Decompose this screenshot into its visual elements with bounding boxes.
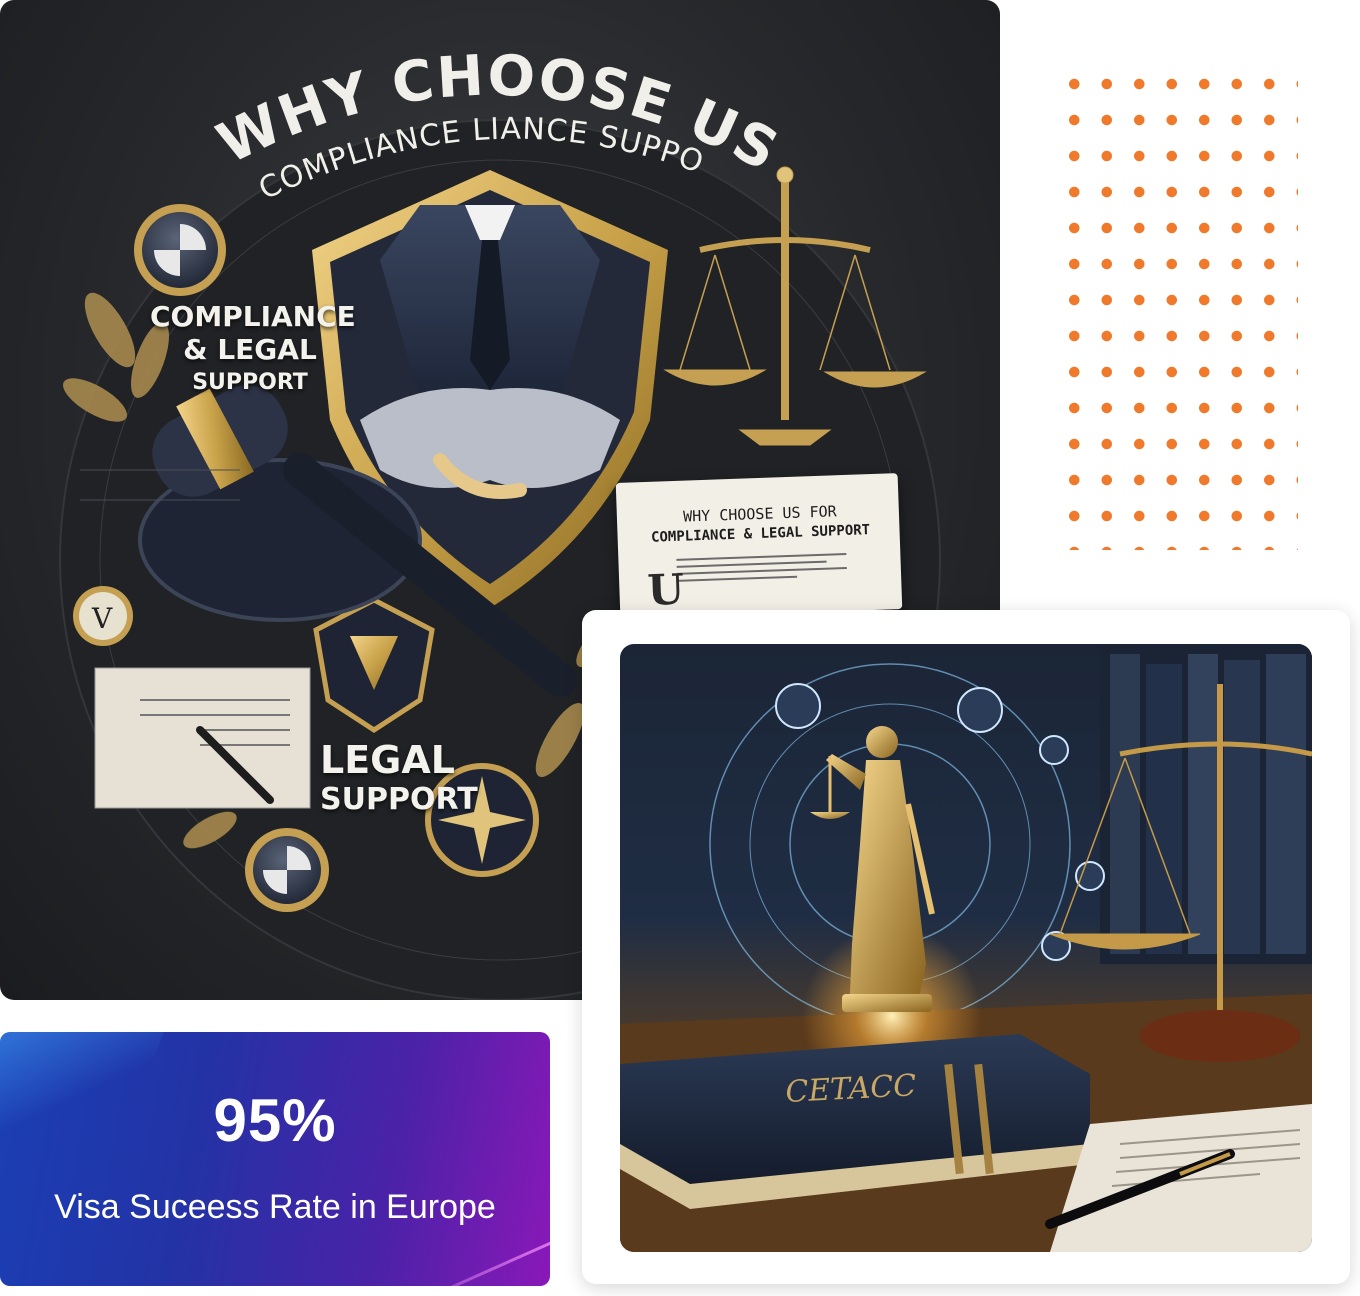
visa-success-stat-card: 95% Visa Suceess Rate in Europe [0,1032,550,1286]
disc-icon-top-left [134,204,226,296]
badge-v-icon: V [73,586,133,646]
svg-text:V: V [91,602,113,635]
stat-value: 95% [213,1087,337,1154]
paper-icon [94,667,311,809]
hologram-icons [775,683,1105,961]
disc-icon-bottom [245,828,329,912]
justice-statue-image: CETACC [620,644,1312,1252]
stat-label: Visa Suceess Rate in Europe [54,1188,496,1226]
bookshelf [1100,644,1312,964]
document-card: WHY CHOOSE US FOR COMPLIANCE & LEGAL SUP… [615,473,903,619]
book-cover-label: CETACC [785,1068,917,1110]
document-letter: U [646,564,685,615]
secondary-image-card: CETACC [582,610,1350,1284]
dot-pattern-decoration [1058,66,1298,550]
compliance-legal-label: COMPLIANCE & LEGAL SUPPORT [150,300,356,395]
document-lines [676,551,891,582]
justice-statue-artwork: CETACC [620,644,1312,1252]
legal-support-label: LEGAL SUPPORT [320,738,478,817]
